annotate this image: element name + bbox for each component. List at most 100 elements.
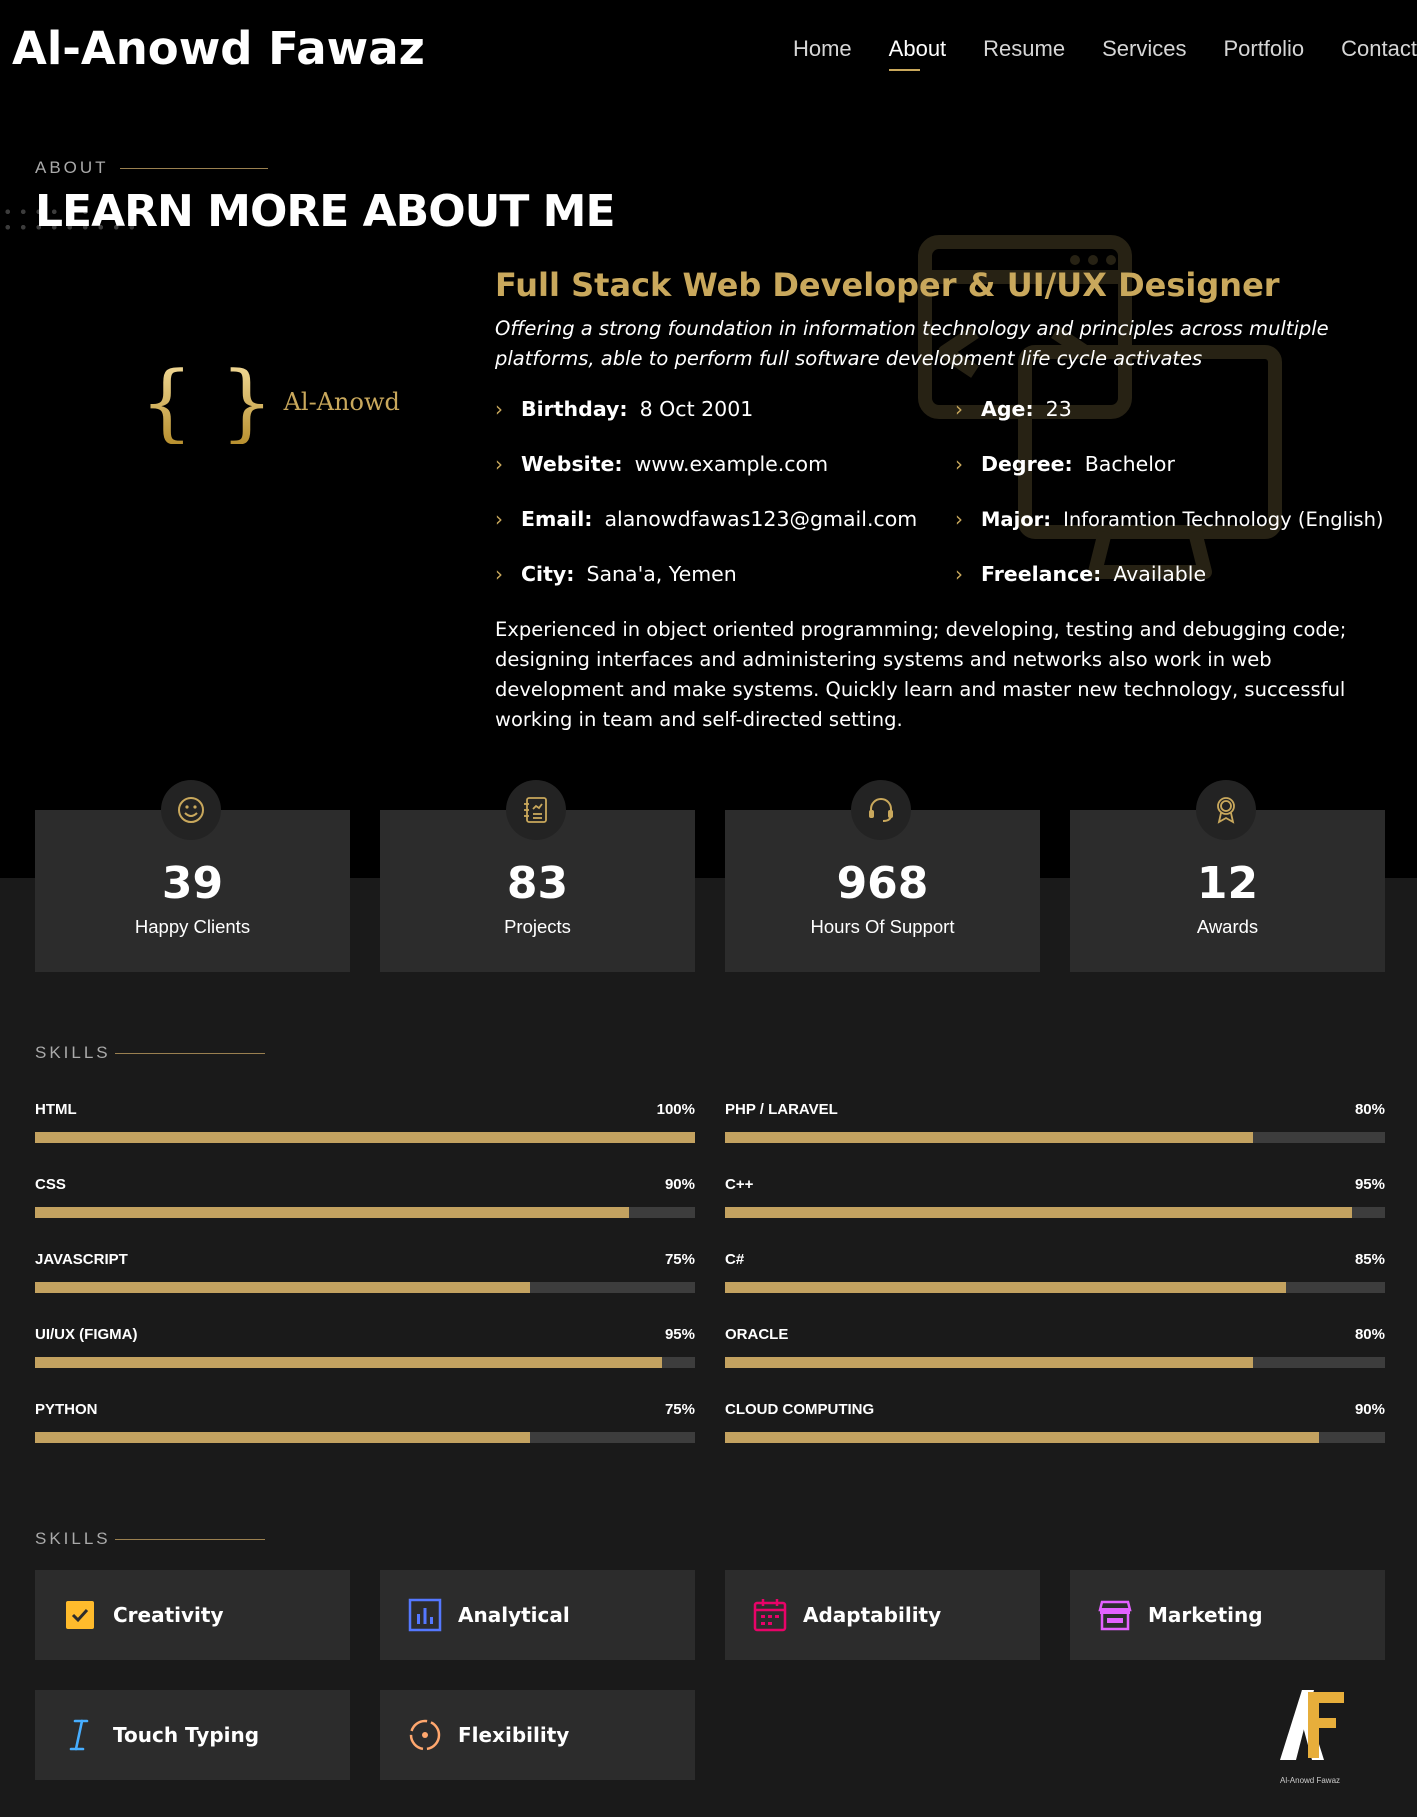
progress-fill: [35, 1357, 662, 1368]
section-label-soft-skills: SKILLS: [35, 1529, 111, 1548]
progress-fill: [725, 1132, 1253, 1143]
nav-about[interactable]: About: [888, 36, 946, 71]
soft-skill-touch-typing: Touch Typing: [35, 1690, 350, 1780]
progress-fill: [35, 1207, 629, 1218]
info-value: 23: [1045, 397, 1072, 421]
counter-happy-clients: 39 Happy Clients: [35, 780, 350, 972]
section-label-about: ABOUT: [35, 158, 109, 177]
af-brand-logo[interactable]: Al-Anowd Fawaz: [1272, 1690, 1352, 1785]
counter-projects: 83 Projects: [380, 780, 695, 972]
info-degree: › Degree: Bachelor: [955, 452, 1175, 476]
info-key: Major:: [981, 507, 1052, 531]
skill-name: PHP / LARAVEL: [725, 1101, 838, 1118]
bio-paragraph: Experienced in object oriented programmi…: [495, 618, 1347, 731]
skill-percent: 85%: [1354, 1251, 1385, 1268]
counter-awards: 12 Awards: [1070, 780, 1385, 972]
counter-value: 83: [506, 858, 569, 909]
info-city: › City: Sana'a, Yemen: [495, 562, 737, 586]
progress-track: [35, 1132, 695, 1143]
info-value[interactable]: www.example.com: [635, 452, 828, 476]
skill-percent: 90%: [1354, 1401, 1385, 1418]
soft-skill-flexibility: Flexibility: [380, 1690, 695, 1780]
info-value: Inforamtion Technology (English): [1063, 507, 1384, 531]
soft-skill-adaptability: Adaptability: [725, 1570, 1040, 1660]
info-key: Email:: [521, 507, 593, 531]
skill-percent: 100%: [656, 1101, 695, 1118]
info-age: › Age: 23: [955, 397, 1072, 421]
nav-portfolio[interactable]: Portfolio: [1223, 36, 1304, 62]
section-divider: [120, 168, 268, 169]
progress-track: [725, 1357, 1385, 1368]
info-website: › Website: www.example.com: [495, 452, 828, 476]
progress-track: [35, 1207, 695, 1218]
progress-fill: [725, 1357, 1253, 1368]
page-title: LEARN MORE ABOUT ME: [35, 186, 616, 237]
counter-label: Happy Clients: [134, 916, 251, 937]
info-major: › Major: Inforamtion Technology (English…: [955, 507, 1384, 531]
nav-services[interactable]: Services: [1102, 36, 1186, 62]
counter-value: 968: [836, 858, 929, 909]
progress-track: [725, 1207, 1385, 1218]
info-value: Sana'a, Yemen: [586, 562, 737, 586]
curly-braces-icon: { }: [140, 353, 274, 451]
chevron-right-icon: ›: [495, 452, 503, 476]
progress-fill: [35, 1282, 530, 1293]
skill-name: CLOUD COMPUTING: [725, 1401, 875, 1418]
skill-name: CSS: [35, 1176, 66, 1193]
skill-name: PYTHON: [35, 1401, 98, 1418]
award-icon: [1196, 780, 1256, 840]
skill-name: C#: [725, 1251, 745, 1268]
info-key: Birthday:: [521, 397, 628, 421]
skill-percent: 95%: [1354, 1176, 1385, 1193]
headset-icon: [851, 780, 911, 840]
progress-fill: [35, 1132, 695, 1143]
info-value: 8 Oct 2001: [639, 397, 754, 421]
progress-track: [725, 1432, 1385, 1443]
progress-track: [725, 1282, 1385, 1293]
info-key: Degree:: [981, 452, 1073, 476]
checkbox-icon: [62, 1597, 98, 1633]
role-heading: Full Stack Web Developer & UI/UX Designe…: [495, 266, 1280, 304]
progress-fill: [35, 1432, 530, 1443]
info-key: Freelance:: [981, 562, 1102, 586]
counter-value: 12: [1196, 858, 1259, 909]
text-cursor-icon: [62, 1717, 98, 1753]
soft-skill-label: Flexibility: [458, 1723, 570, 1747]
soft-skill-analytical: Analytical: [380, 1570, 695, 1660]
counter-label: Hours Of Support: [810, 916, 955, 937]
progress-track: [725, 1132, 1385, 1143]
info-value[interactable]: alanowdfawas123@gmail.com: [604, 507, 917, 531]
info-value: Bachelor: [1084, 452, 1175, 476]
counter-value: 39: [161, 858, 224, 909]
chevron-right-icon: ›: [955, 507, 963, 531]
section-label-skills: SKILLS: [35, 1043, 111, 1062]
skill-name: HTML: [35, 1101, 77, 1118]
shop-icon: [1097, 1597, 1133, 1633]
info-value: Available: [1113, 562, 1207, 586]
counter-hours-support: 968 Hours Of Support: [725, 780, 1040, 972]
smiley-icon: [161, 780, 221, 840]
skill-percent: 75%: [664, 1251, 695, 1268]
skill-percent: 75%: [664, 1401, 695, 1418]
nav-resume[interactable]: Resume: [983, 36, 1065, 62]
nav-contact[interactable]: Contact: [1341, 36, 1417, 62]
soft-skill-label: Analytical: [458, 1603, 570, 1627]
progress-fill: [725, 1432, 1319, 1443]
chevron-right-icon: ›: [495, 397, 503, 421]
counter-label: Awards: [1196, 916, 1259, 937]
skill-name: C++: [725, 1176, 754, 1193]
progress-track: [35, 1357, 695, 1368]
skill-percent: 95%: [664, 1326, 695, 1343]
soft-skill-label: Adaptability: [803, 1603, 942, 1627]
nav-home[interactable]: Home: [793, 36, 852, 62]
soft-skill-label: Touch Typing: [113, 1723, 260, 1747]
chevron-right-icon: ›: [955, 397, 963, 421]
soft-skill-marketing: Marketing: [1070, 1570, 1385, 1660]
brand-logo[interactable]: Al-Anowd Fawaz: [12, 22, 425, 75]
info-email: › Email: alanowdfawas123@gmail.com: [495, 507, 917, 531]
progress-fill: [725, 1282, 1286, 1293]
profile-logo: { } Al-Anowd: [140, 360, 400, 444]
skill-name: JAVASCRIPT: [35, 1251, 128, 1268]
section-divider: [115, 1053, 265, 1054]
info-birthday: › Birthday: 8 Oct 2001: [495, 397, 753, 421]
